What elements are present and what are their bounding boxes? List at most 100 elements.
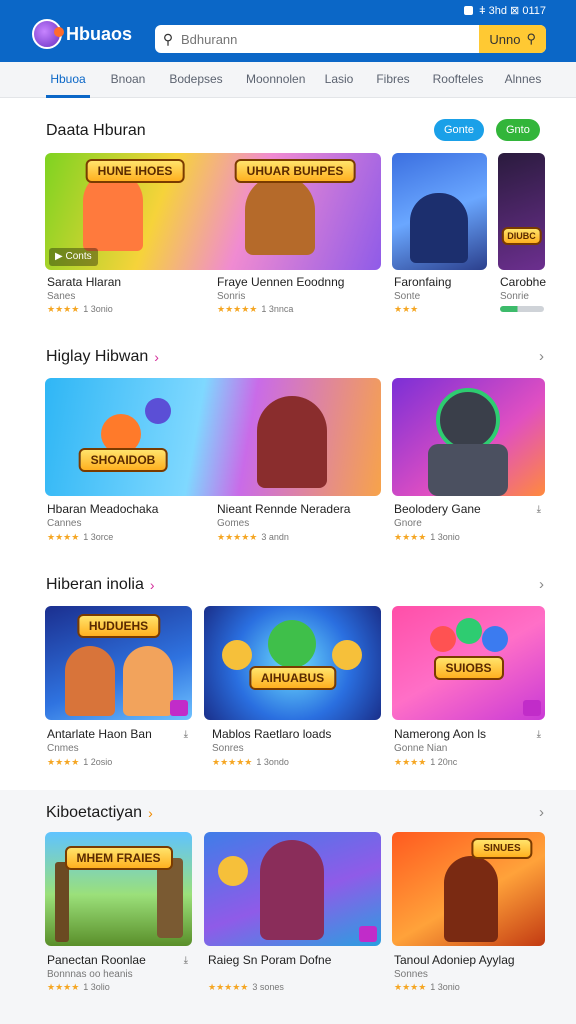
- rating-count: 1 3nnca: [261, 304, 294, 314]
- game-card[interactable]: Beolodery Gane Gnore ★★★★ 1 3onio ⤓: [392, 378, 545, 548]
- section-title-text: Hiberan inolia: [46, 576, 144, 593]
- game-rating: ★★★★ 1 3onio: [394, 982, 460, 993]
- character-art: [222, 640, 252, 670]
- star-rating: ★★★★★: [217, 532, 258, 542]
- app-header: ǂ 3hd ⊠ 0117 Hbuaos ⚲ Unno ⚲: [0, 0, 576, 62]
- game-logo-banner: HUDUEHS: [76, 614, 161, 638]
- section-title[interactable]: Hiberan inolia ›: [46, 576, 155, 594]
- badge-icon: [170, 700, 188, 716]
- download-icon[interactable]: ⤓: [184, 729, 188, 740]
- game-thumbnail: AIHUABUS: [204, 606, 381, 720]
- game-card[interactable]: SUIOBS Namerong Aon ls Gonne Nian ★★★★ 1 …: [392, 606, 545, 776]
- chevron-right-icon[interactable]: ›: [539, 576, 544, 593]
- character-art: [482, 626, 508, 652]
- rating-count: 1 2osio: [83, 757, 113, 767]
- game-card[interactable]: SHOAIDOB Hbaran Meadochaka Cannes ★★★★ 1 …: [45, 378, 381, 548]
- badge-icon: [359, 926, 377, 942]
- character-art: [245, 175, 315, 255]
- chevron-right-icon[interactable]: ›: [539, 804, 544, 821]
- status-bar: ǂ 3hd ⊠ 0117: [464, 4, 546, 17]
- game-category: Gomes: [217, 518, 250, 529]
- game-title: Antarlate Haon Ban: [47, 727, 152, 741]
- game-title: Mablos Raetlaro loads: [212, 727, 332, 741]
- game-title: Raieg Sn Poram Dofne: [208, 953, 332, 967]
- rating-count: 1 3olio: [83, 982, 110, 992]
- game-card[interactable]: HUNE IHOES UHUAR BUHPES ▶ Conts Sarata H…: [45, 153, 381, 328]
- rating-count: 1 20nc: [430, 757, 458, 767]
- rating-count: 1 3orce: [83, 532, 114, 542]
- tab-2[interactable]: Bodepses: [168, 62, 224, 98]
- character-art: [260, 840, 324, 940]
- play-badge-label: Conts: [65, 251, 92, 262]
- star-rating: ★★★★★: [208, 982, 249, 992]
- star-rating: ★★★★: [394, 532, 427, 542]
- star-rating: ★★★★: [47, 304, 80, 314]
- tab-1[interactable]: Bnoan: [110, 62, 146, 98]
- game-card[interactable]: SINUES Tanoul Adoniep Ayylag Sonnes ★★★★…: [392, 832, 545, 1002]
- search-input[interactable]: [181, 26, 480, 52]
- star-rating: ★★★★★: [212, 757, 253, 767]
- game-thumbnail: MHEM FRAIES: [45, 832, 192, 946]
- game-logo-banner: HUNE IHOES: [85, 159, 185, 183]
- star-rating: ★★★★: [47, 982, 80, 992]
- game-title: Faronfaing: [394, 275, 452, 289]
- game-category: Sonres: [212, 743, 244, 754]
- game-card[interactable]: DIUBC Carobhe Sonrie: [498, 153, 547, 328]
- star-rating: ★★★★: [394, 757, 427, 767]
- star-rating: ★★★★: [394, 982, 427, 992]
- game-title: Sarata Hlaran: [47, 275, 122, 289]
- search-button[interactable]: Unno ⚲: [479, 25, 546, 53]
- tab-4[interactable]: Lasio: [324, 62, 354, 98]
- character-art: [145, 398, 171, 424]
- character-art: [444, 856, 498, 942]
- download-icon[interactable]: ⤓: [184, 955, 188, 966]
- game-thumbnail: SUIOBS: [392, 606, 545, 720]
- section-featured: Daata Hburan Gonte Gnto HUNE IHOES UHUAR…: [0, 98, 576, 330]
- character-art: [332, 640, 362, 670]
- chevron-right-icon[interactable]: ›: [539, 348, 544, 365]
- game-category: Cannes: [47, 518, 82, 529]
- search-button-icon: ⚲: [526, 31, 536, 46]
- download-icon[interactable]: ⤓: [537, 729, 541, 740]
- star-rating: ★★★★: [47, 757, 80, 767]
- pill-button[interactable]: Gonte: [434, 119, 484, 141]
- tab-5[interactable]: Fibres: [374, 62, 412, 98]
- game-card[interactable]: MHEM FRAIES Panectan Roonlae Bonnnas oo …: [45, 832, 192, 1002]
- download-icon[interactable]: ⤓: [537, 504, 541, 515]
- game-category: Cnmes: [47, 743, 79, 754]
- tab-3[interactable]: Moonnolen: [246, 62, 305, 98]
- game-category: Sonte: [394, 291, 421, 302]
- tab-0[interactable]: Hbuoa: [46, 62, 90, 98]
- rating-count: 1 3onio: [83, 304, 113, 314]
- game-rating: ★★★★★ 3 sones: [208, 982, 284, 993]
- game-category: Sonrie: [500, 291, 529, 302]
- game-thumbnail: [392, 153, 487, 270]
- coin-art: [218, 856, 248, 886]
- character-art: [257, 396, 327, 488]
- game-card[interactable]: Faronfaing Sonte ★★★: [392, 153, 487, 328]
- game-card[interactable]: HUDUEHS Antarlate Haon Ban Cnmes ★★★★ 1 2…: [45, 606, 192, 776]
- section-title-text: Kiboetactiyan: [46, 804, 143, 821]
- rating-count: 3 andn: [261, 532, 289, 542]
- game-rating: ★★★★ 1 20nc: [394, 757, 457, 768]
- game-rating: ★★★★★ 1 3ondo: [212, 757, 289, 768]
- game-rating: ★★★★★ 3 andn: [217, 532, 289, 543]
- game-card[interactable]: Raieg Sn Poram Dofne ★★★★★ 3 sones: [204, 832, 381, 1002]
- section-title[interactable]: Kiboetactiyan ›: [46, 804, 153, 822]
- section-title[interactable]: Higlay Hibwan ›: [46, 348, 159, 366]
- game-category: Sonnes: [394, 969, 428, 980]
- game-logo-banner: SUIOBS: [433, 656, 504, 680]
- game-title: Beolodery Gane: [394, 502, 481, 516]
- game-title: Carobhe: [500, 275, 547, 289]
- rating-count: 1 3ondo: [256, 757, 289, 767]
- character-art: [65, 646, 115, 716]
- chevron-right-icon: ›: [154, 349, 159, 365]
- game-rating: ★★★★ 1 3orce: [47, 532, 113, 543]
- app-logo[interactable]: Hbuaos: [32, 19, 132, 49]
- tab-6[interactable]: Roofteles: [432, 62, 484, 98]
- pill-button[interactable]: Gnto: [496, 119, 540, 141]
- character-art: [123, 646, 173, 716]
- game-card[interactable]: AIHUABUS Mablos Raetlaro loads Sonres ★★…: [204, 606, 381, 776]
- tab-7[interactable]: Alnnes: [504, 62, 542, 98]
- game-title: Panectan Roonlae: [47, 953, 146, 967]
